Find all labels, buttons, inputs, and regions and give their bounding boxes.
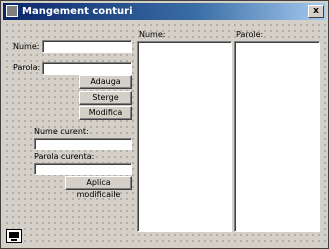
parola-curenta-label: Parola curenta:: [34, 152, 95, 161]
computer-icon: [6, 229, 22, 243]
parola-curenta-input[interactable]: [34, 163, 132, 175]
close-button[interactable]: x: [308, 5, 324, 18]
modifica-button[interactable]: Modifica: [79, 106, 132, 120]
parola-label: Parola:: [13, 63, 41, 72]
sterge-button[interactable]: Sterge: [79, 91, 132, 105]
parola-input[interactable]: [42, 62, 132, 75]
aplica-modificari-button[interactable]: Aplica modificaile: [65, 176, 132, 199]
main-window: Mangement conturi x Nume: Parola: Adauga…: [0, 0, 329, 249]
nume-curent-label: Nume curent:: [34, 127, 89, 136]
parole-list-header: Parole:: [236, 30, 264, 39]
window-title: Mangement conturi: [22, 6, 133, 17]
nume-curent-input[interactable]: [34, 138, 132, 150]
parole-listbox[interactable]: [234, 41, 320, 232]
title-bar[interactable]: Mangement conturi x: [3, 3, 326, 20]
form-area: Nume: Parola: Adauga Sterge Modifica Num…: [3, 21, 326, 246]
app-icon[interactable]: [6, 5, 18, 17]
adauga-button[interactable]: Adauga: [79, 75, 132, 89]
nume-input[interactable]: [42, 40, 132, 53]
nume-listbox[interactable]: [137, 41, 232, 232]
nume-list-header: Nume:: [139, 30, 166, 39]
nume-label: Nume:: [13, 42, 40, 51]
